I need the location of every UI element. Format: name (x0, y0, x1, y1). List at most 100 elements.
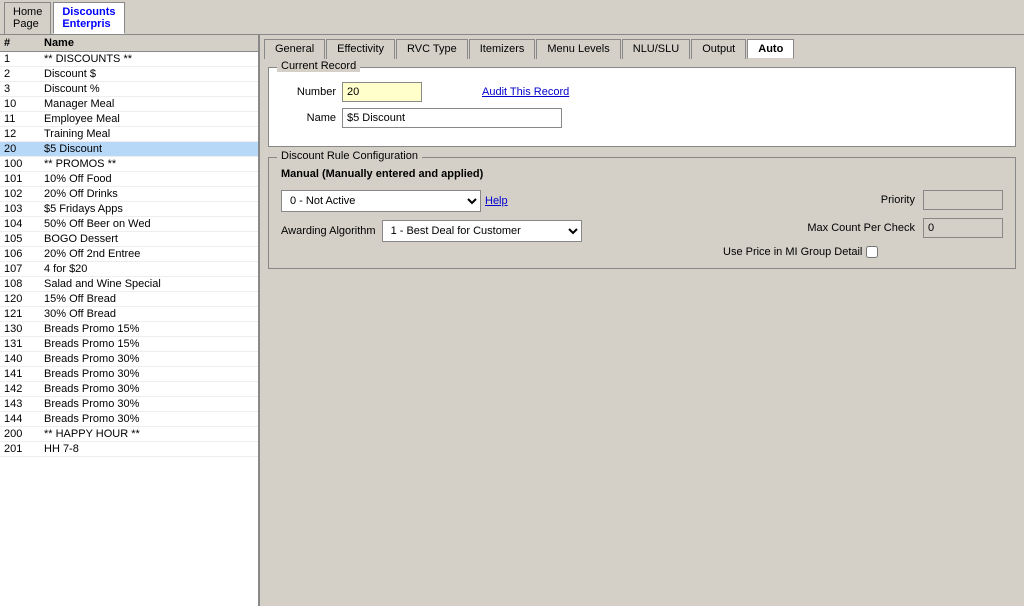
header-num: # (4, 37, 44, 49)
list-item-num: 144 (4, 413, 44, 425)
list-item[interactable]: 1** DISCOUNTS ** (0, 52, 258, 67)
max-count-row: Max Count Per Check (723, 218, 1003, 238)
list-item[interactable]: 10450% Off Beer on Wed (0, 217, 258, 232)
list-item[interactable]: 200** HAPPY HOUR ** (0, 427, 258, 442)
list-item-num: 100 (4, 158, 44, 170)
list-item-name: Breads Promo 30% (44, 398, 254, 410)
right-panel: General Effectivity RVC Type Itemizers M… (260, 35, 1024, 606)
list-item-num: 104 (4, 218, 44, 230)
list-item[interactable]: 1074 for $20 (0, 262, 258, 277)
list-item-name: Breads Promo 30% (44, 383, 254, 395)
list-item-num: 106 (4, 248, 44, 260)
list-item-name: Salad and Wine Special (44, 278, 254, 290)
list-item[interactable]: 105BOGO Dessert (0, 232, 258, 247)
audit-link[interactable]: Audit This Record (482, 86, 569, 98)
list-item-name: 50% Off Beer on Wed (44, 218, 254, 230)
tab-discounts[interactable]: DiscountsEnterpris (53, 2, 124, 34)
list-item[interactable]: 3Discount % (0, 82, 258, 97)
tab-nlu-slu[interactable]: NLU/SLU (622, 39, 690, 59)
list-item[interactable]: 144Breads Promo 30% (0, 412, 258, 427)
name-label: Name (281, 112, 336, 124)
discount-config-box: Discount Rule Configuration Manual (Manu… (268, 157, 1016, 269)
list-item[interactable]: 201HH 7-8 (0, 442, 258, 457)
tab-output[interactable]: Output (691, 39, 746, 59)
list-item-name: ** DISCOUNTS ** (44, 53, 254, 65)
tab-general[interactable]: General (264, 39, 325, 59)
list-item[interactable]: 100** PROMOS ** (0, 157, 258, 172)
list-item[interactable]: 103$5 Fridays Apps (0, 202, 258, 217)
priority-label: Priority (881, 194, 915, 206)
list-item-num: 11 (4, 113, 44, 125)
list-item-name: Breads Promo 30% (44, 413, 254, 425)
list-item-num: 121 (4, 308, 44, 320)
priority-input[interactable] (923, 190, 1003, 210)
list-item[interactable]: 10620% Off 2nd Entree (0, 247, 258, 262)
list-item[interactable]: 10Manager Meal (0, 97, 258, 112)
help-link[interactable]: Help (485, 195, 508, 207)
list-item[interactable]: 143Breads Promo 30% (0, 397, 258, 412)
list-item-num: 105 (4, 233, 44, 245)
tab-auto[interactable]: Auto (747, 39, 794, 59)
list-item[interactable]: 140Breads Promo 30% (0, 352, 258, 367)
list-item-num: 120 (4, 293, 44, 305)
list-item-num: 108 (4, 278, 44, 290)
list-item[interactable]: 12Training Meal (0, 127, 258, 142)
number-input[interactable] (342, 82, 422, 102)
tab-home[interactable]: HomePage (4, 2, 51, 34)
list-item[interactable]: 142Breads Promo 30% (0, 382, 258, 397)
list-item[interactable]: 2Discount $ (0, 67, 258, 82)
list-item-name: BOGO Dessert (44, 233, 254, 245)
awarding-algorithm-dropdown[interactable]: 1 - Best Deal for Customer 2 - First Mat… (382, 220, 582, 242)
tab-menu-levels[interactable]: Menu Levels (536, 39, 620, 59)
discount-config-legend: Discount Rule Configuration (277, 150, 422, 162)
list-item[interactable]: 10110% Off Food (0, 172, 258, 187)
list-item-name: $5 Fridays Apps (44, 203, 254, 215)
list-item[interactable]: 12130% Off Bread (0, 307, 258, 322)
list-item-num: 10 (4, 98, 44, 110)
left-panel: # Name 1** DISCOUNTS **2Discount $3Disco… (0, 35, 260, 606)
list-item-num: 142 (4, 383, 44, 395)
list-item-name: Employee Meal (44, 113, 254, 125)
list-item[interactable]: 130Breads Promo 15% (0, 322, 258, 337)
list-item-name: Breads Promo 15% (44, 323, 254, 335)
priority-row: Priority (723, 190, 1003, 210)
tab-effectivity[interactable]: Effectivity (326, 39, 395, 59)
list-item-num: 102 (4, 188, 44, 200)
list-item-num: 12 (4, 128, 44, 140)
list-item-name: Breads Promo 30% (44, 353, 254, 365)
list-item[interactable]: 108Salad and Wine Special (0, 277, 258, 292)
list-item[interactable]: 20$5 Discount (0, 142, 258, 157)
list-item-num: 107 (4, 263, 44, 275)
list-item-num: 141 (4, 368, 44, 380)
tab-rvc-type[interactable]: RVC Type (396, 39, 468, 59)
list-item-num: 101 (4, 173, 44, 185)
name-input[interactable] (342, 108, 562, 128)
max-count-input[interactable] (923, 218, 1003, 238)
config-title: Manual (Manually entered and applied) (281, 168, 1003, 180)
use-price-row: Use Price in MI Group Detail (723, 246, 1003, 258)
use-price-checkbox[interactable] (866, 246, 878, 258)
list-item[interactable]: 141Breads Promo 30% (0, 367, 258, 382)
list-item-name: Breads Promo 30% (44, 368, 254, 380)
list-item-num: 143 (4, 398, 44, 410)
list-item-name: HH 7-8 (44, 443, 254, 455)
list-item-name: Discount $ (44, 68, 254, 80)
tab-itemizers[interactable]: Itemizers (469, 39, 536, 59)
list-item-name: Breads Promo 15% (44, 338, 254, 350)
list-item-name: Discount % (44, 83, 254, 95)
list-item-name: ** PROMOS ** (44, 158, 254, 170)
current-record-legend: Current Record (277, 60, 360, 72)
list-item[interactable]: 11Employee Meal (0, 112, 258, 127)
list-item-num: 3 (4, 83, 44, 95)
list-item-name: Manager Meal (44, 98, 254, 110)
list-item[interactable]: 131Breads Promo 15% (0, 337, 258, 352)
awarding-algorithm-label: Awarding Algorithm (281, 225, 376, 237)
list-header: # Name (0, 35, 258, 52)
list-item[interactable]: 10220% Off Drinks (0, 187, 258, 202)
list-item-name: 30% Off Bread (44, 308, 254, 320)
list-rows: 1** DISCOUNTS **2Discount $3Discount %10… (0, 52, 258, 457)
status-dropdown[interactable]: 0 - Not Active 1 - Active 2 - Inactive (281, 190, 481, 212)
list-item-num: 103 (4, 203, 44, 215)
list-item-num: 201 (4, 443, 44, 455)
list-item[interactable]: 12015% Off Bread (0, 292, 258, 307)
